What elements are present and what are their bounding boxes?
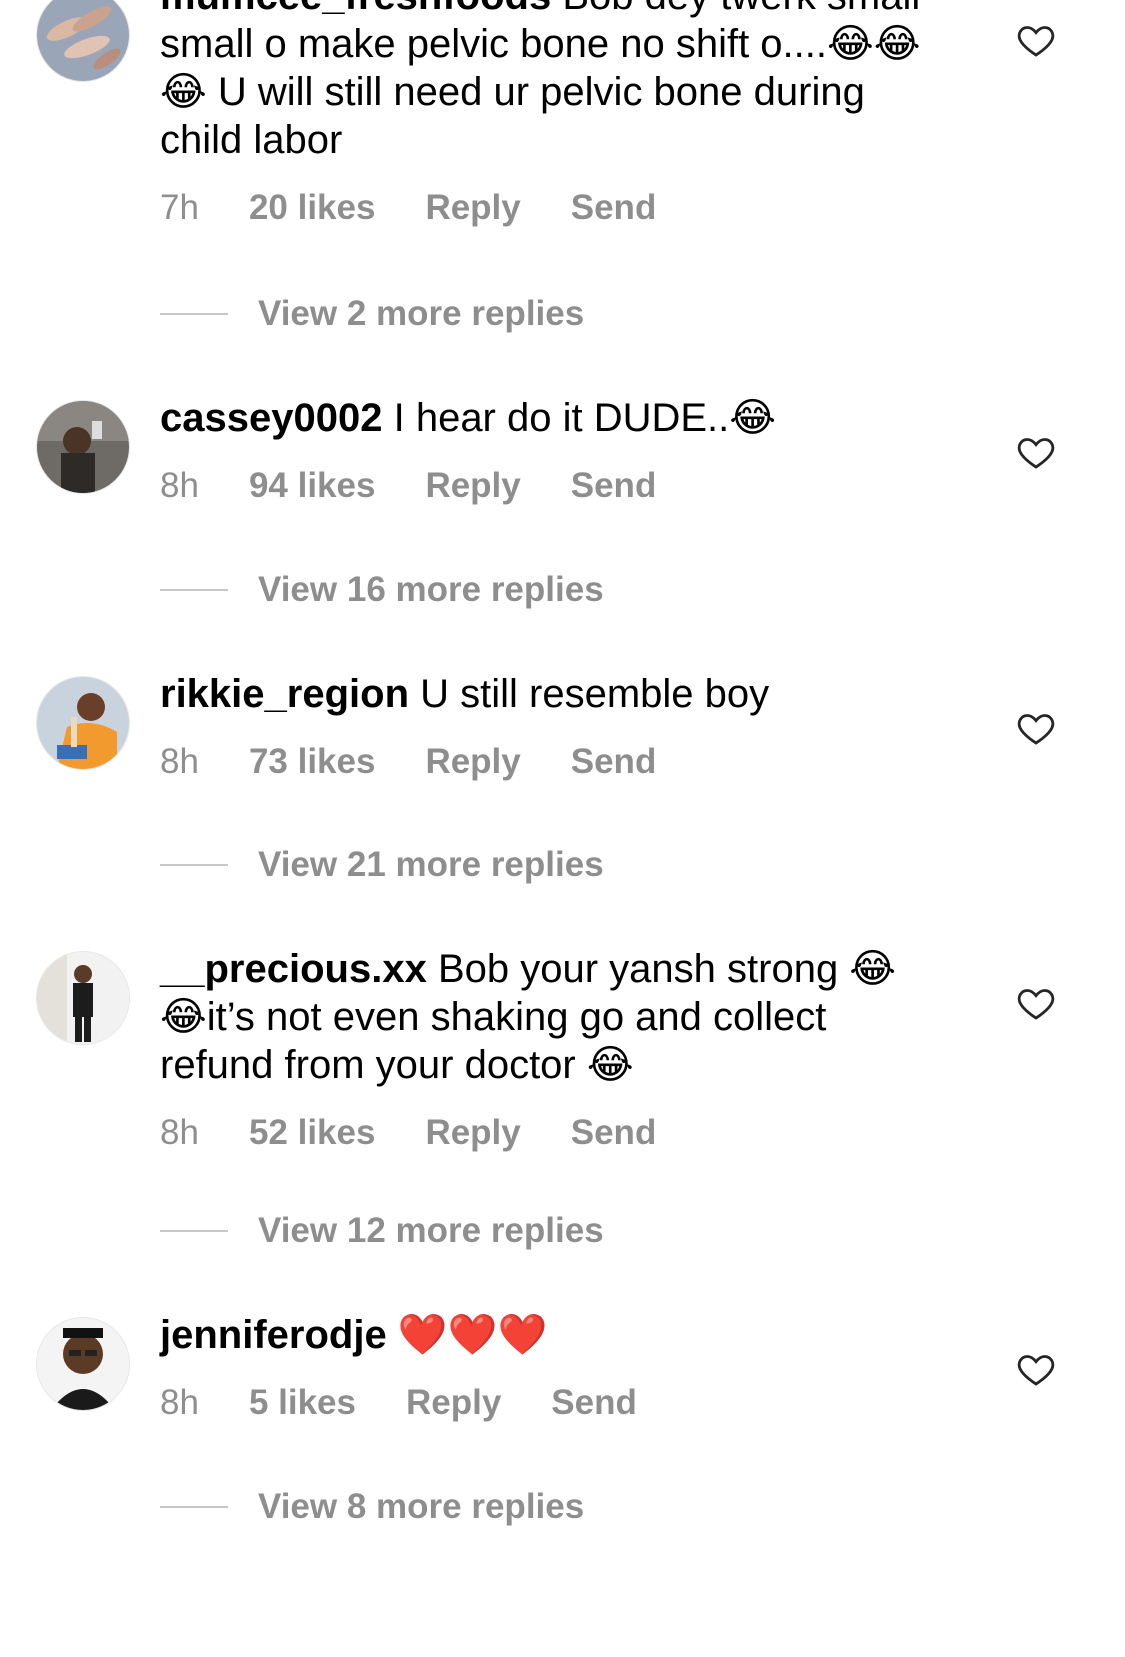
divider (160, 1506, 228, 1508)
view-replies-link[interactable]: View 2 more replies (160, 294, 584, 334)
comment-likes[interactable]: 73 likes (249, 742, 376, 782)
reply-button[interactable]: Reply (425, 188, 520, 228)
comment-text: jenniferodje ❤️❤️❤️ (160, 1311, 930, 1359)
comment-time: 7h (160, 188, 199, 227)
avatar[interactable] (36, 400, 130, 494)
comment-meta: 8h 94 likes Reply Send (160, 466, 930, 506)
comment-body: I hear do it DUDE..😂 (393, 396, 777, 440)
reply-button[interactable]: Reply (425, 466, 520, 506)
view-replies-link[interactable]: View 21 more replies (160, 845, 604, 885)
view-replies-label: View 12 more replies (258, 1211, 604, 1250)
view-replies-label: View 21 more replies (258, 845, 604, 884)
comment-time: 8h (160, 466, 199, 505)
comment-username[interactable]: jenniferodje (160, 1313, 387, 1357)
reply-button[interactable]: Reply (425, 742, 520, 782)
heart-icon[interactable] (1016, 20, 1056, 60)
send-button[interactable]: Send (571, 466, 657, 506)
comment-likes[interactable]: 94 likes (249, 466, 376, 506)
comment-username[interactable]: mumcee_freshfoods (160, 0, 551, 18)
comment-body: ❤️❤️❤️ (397, 1313, 548, 1357)
comment-likes[interactable]: 52 likes (249, 1113, 376, 1153)
comment-meta: 7h 20 likes Reply Send (160, 188, 930, 228)
heart-icon[interactable] (1016, 983, 1056, 1023)
comment-time: 8h (160, 1113, 199, 1152)
send-button[interactable]: Send (571, 742, 657, 782)
comment-username[interactable]: rikkie_region (160, 672, 409, 716)
reply-button[interactable]: Reply (406, 1383, 501, 1423)
comment-meta: 8h 5 likes Reply Send (160, 1383, 930, 1423)
view-replies-link[interactable]: View 8 more replies (160, 1487, 584, 1527)
divider (160, 313, 228, 315)
avatar[interactable] (36, 0, 130, 82)
comment-text: rikkie_region U still resemble boy (160, 670, 930, 718)
comment-text: mumcee_freshfoods Bob dey twerk small sm… (160, 0, 930, 164)
view-replies-label: View 8 more replies (258, 1487, 585, 1526)
comment-username[interactable]: cassey0002 (160, 396, 382, 440)
comment-likes[interactable]: 20 likes (249, 188, 376, 228)
divider (160, 1230, 228, 1232)
comment-meta: 8h 52 likes Reply Send (160, 1113, 930, 1153)
reply-button[interactable]: Reply (425, 1113, 520, 1153)
avatar[interactable] (36, 1317, 130, 1411)
send-button[interactable]: Send (551, 1383, 637, 1423)
divider (160, 589, 228, 591)
view-replies-link[interactable]: View 12 more replies (160, 1211, 604, 1251)
heart-icon[interactable] (1016, 708, 1056, 748)
comment-body: Bob dey twerk small small o make pelvic … (160, 0, 921, 162)
view-replies-label: View 16 more replies (258, 570, 604, 609)
send-button[interactable]: Send (571, 188, 657, 228)
view-replies-link[interactable]: View 16 more replies (160, 570, 604, 610)
avatar[interactable] (36, 951, 130, 1045)
divider (160, 864, 228, 866)
heart-icon[interactable] (1016, 432, 1056, 472)
comment-time: 8h (160, 1383, 199, 1422)
comment-text: cassey0002 I hear do it DUDE..😂 (160, 394, 930, 442)
comment-time: 8h (160, 742, 199, 781)
view-replies-label: View 2 more replies (258, 294, 585, 333)
comment-username[interactable]: __precious.xx (160, 947, 427, 991)
comment-meta: 8h 73 likes Reply Send (160, 742, 930, 782)
heart-icon[interactable] (1016, 1349, 1056, 1389)
comment-body: U still resemble boy (420, 672, 770, 716)
comment-likes[interactable]: 5 likes (249, 1383, 356, 1423)
comment-text: __precious.xx Bob your yansh strong 😂😂it… (160, 945, 930, 1089)
send-button[interactable]: Send (571, 1113, 657, 1153)
avatar[interactable] (36, 676, 130, 770)
